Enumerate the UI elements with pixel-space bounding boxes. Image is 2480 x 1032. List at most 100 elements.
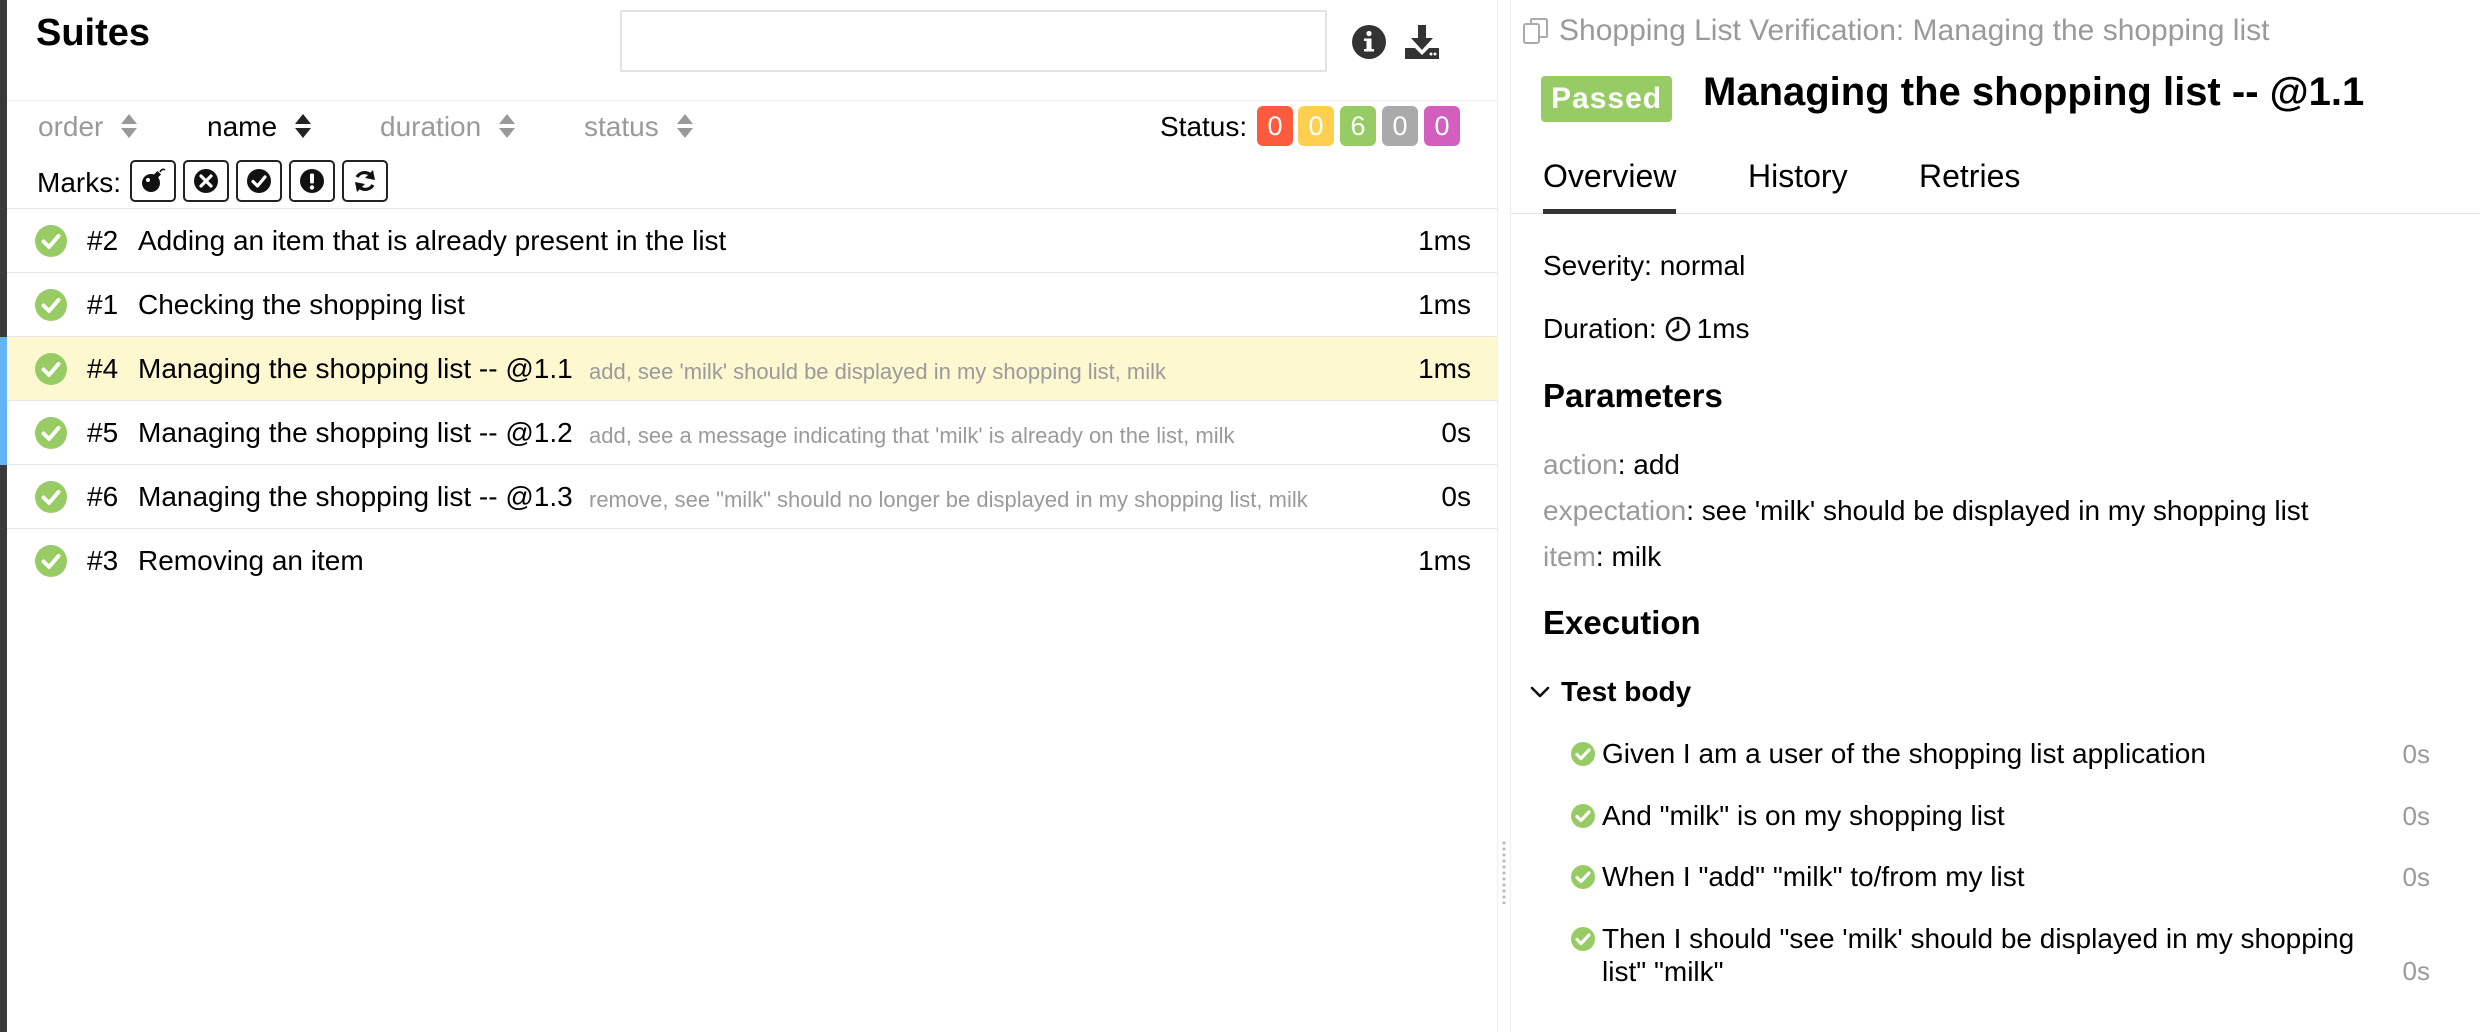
parameter-value: : see 'milk' should be displayed in my s… bbox=[1686, 495, 2309, 526]
test-case-params: add, see 'milk' should be displayed in m… bbox=[589, 359, 1167, 384]
parameter-row: item: milk bbox=[1543, 541, 1661, 573]
status-failed-count[interactable]: 0 bbox=[1257, 106, 1293, 146]
test-case-number: #1 bbox=[87, 289, 119, 320]
copy-icon bbox=[1523, 18, 1548, 44]
test-body-toggle[interactable]: Test body bbox=[1529, 676, 1691, 708]
parameter-row: action: add bbox=[1543, 449, 1680, 481]
step-duration: 0s bbox=[2402, 739, 2430, 769]
tab-history[interactable]: History bbox=[1748, 158, 1848, 214]
status-broken-count[interactable]: 0 bbox=[1298, 106, 1334, 146]
tab-overview[interactable]: Overview bbox=[1543, 158, 1677, 214]
suites-pane: Suites order name duration status Status… bbox=[0, 0, 1497, 1032]
allure-report-app: Suites order name duration status Status… bbox=[0, 0, 2480, 1032]
test-case-params: remove, see "milk" should no longer be d… bbox=[589, 487, 1308, 512]
pane-splitter[interactable] bbox=[1497, 0, 1511, 1032]
sort-label: name bbox=[207, 111, 278, 142]
sort-label: duration bbox=[380, 111, 482, 142]
chevron-down-icon bbox=[1530, 686, 1550, 698]
parameter-value: : milk bbox=[1595, 541, 1662, 572]
breadcrumb-text: Shopping List Verification: Managing the… bbox=[1559, 14, 2270, 47]
step-duration: 0s bbox=[2402, 862, 2430, 892]
splitter-grip-icon[interactable] bbox=[1501, 840, 1507, 904]
test-case-name: Managing the shopping list -- @1.3 bbox=[138, 481, 573, 512]
sort-label: status bbox=[584, 111, 659, 142]
parameter-value: : add bbox=[1617, 449, 1680, 480]
row-marker bbox=[0, 337, 7, 401]
parameter-key: item bbox=[1543, 541, 1596, 572]
step-text: Then I should "see 'milk' should be disp… bbox=[1602, 923, 2355, 987]
test-body-label: Test body bbox=[1561, 676, 1692, 707]
test-case-row-selected[interactable]: #4 Managing the shopping list -- @1.1 ad… bbox=[0, 336, 1497, 401]
download-icon[interactable] bbox=[1402, 22, 1442, 62]
passed-check-icon bbox=[35, 289, 67, 321]
times-circle-icon bbox=[194, 169, 218, 193]
test-case-number: #2 bbox=[87, 225, 119, 256]
passed-check-icon bbox=[35, 353, 67, 385]
duration-line: Duration: 1ms bbox=[1543, 313, 1750, 345]
test-case-row[interactable]: #6 Managing the shopping list -- @1.3 re… bbox=[7, 464, 1497, 528]
step-text: When I "add" "milk" to/from my list bbox=[1602, 861, 2025, 892]
test-case-row[interactable]: #5 Managing the shopping list -- @1.2 ad… bbox=[0, 400, 1497, 465]
passed-check-icon bbox=[35, 417, 67, 449]
test-case-row[interactable]: #2 Adding an item that is already presen… bbox=[7, 208, 1497, 272]
test-case-number: #6 bbox=[87, 481, 119, 512]
test-case-name: Adding an item that is already present i… bbox=[138, 225, 727, 256]
test-case-number: #3 bbox=[87, 545, 119, 576]
sort-arrows-icon bbox=[676, 114, 693, 140]
sort-by-name[interactable]: name bbox=[207, 111, 312, 143]
sort-arrows-icon bbox=[499, 114, 516, 140]
sort-arrows-icon bbox=[121, 114, 138, 140]
parameter-key: action bbox=[1543, 449, 1618, 480]
test-case-name: Managing the shopping list -- @1.1 bbox=[138, 353, 573, 384]
status-passed-count[interactable]: 6 bbox=[1340, 106, 1376, 146]
sort-by-duration[interactable]: duration bbox=[380, 111, 516, 143]
test-case-name: Checking the shopping list bbox=[138, 289, 465, 320]
test-case-name: Removing an item bbox=[138, 545, 364, 576]
step-text: And "milk" is on my shopping list bbox=[1602, 800, 2005, 831]
test-tabs: Overview History Retries bbox=[1511, 150, 2480, 214]
test-case-list: #2 Adding an item that is already presen… bbox=[0, 208, 1497, 592]
status-badge: Passed bbox=[1541, 76, 1673, 122]
passed-check-icon bbox=[1571, 927, 1595, 951]
marks-label: Marks: bbox=[37, 167, 121, 198]
execution-title: Execution bbox=[1543, 604, 1701, 641]
status-filter-label: Status: bbox=[1160, 111, 1248, 142]
duration-value: 1ms bbox=[1696, 313, 1750, 344]
test-case-row[interactable]: #3 Removing an item 1ms bbox=[7, 528, 1497, 592]
mark-flaky-button[interactable] bbox=[130, 160, 176, 202]
test-case-row[interactable]: #1 Checking the shopping list 1ms bbox=[7, 272, 1497, 336]
step-duration: 0s bbox=[2402, 801, 2430, 831]
mark-retries-button[interactable] bbox=[342, 160, 388, 202]
search-input[interactable] bbox=[620, 10, 1327, 72]
test-result-pane: Shopping List Verification: Managing the… bbox=[1511, 0, 2480, 1032]
parameters-title: Parameters bbox=[1543, 377, 1723, 414]
status-skipped-count[interactable]: 0 bbox=[1382, 106, 1418, 146]
check-circle-icon bbox=[247, 169, 271, 193]
mark-new-failed-button[interactable] bbox=[183, 160, 229, 202]
sort-by-order[interactable]: order bbox=[38, 111, 138, 143]
sort-label: order bbox=[38, 111, 104, 142]
suites-title: Suites bbox=[36, 12, 151, 54]
tab-retries[interactable]: Retries bbox=[1919, 158, 2020, 214]
bomb-icon bbox=[142, 168, 166, 192]
passed-check-icon bbox=[1571, 804, 1595, 828]
test-case-params: add, see a message indicating that 'milk… bbox=[589, 423, 1235, 448]
test-case-duration: 0s bbox=[1441, 481, 1471, 512]
test-case-duration: 1ms bbox=[1418, 225, 1471, 256]
parameter-row: expectation: see 'milk' should be displa… bbox=[1543, 495, 2309, 527]
breadcrumb[interactable]: Shopping List Verification: Managing the… bbox=[1521, 14, 2269, 48]
test-case-duration: 1ms bbox=[1418, 545, 1471, 576]
test-case-duration: 1ms bbox=[1418, 289, 1471, 320]
step-text: Given I am a user of the shopping list a… bbox=[1602, 738, 2206, 769]
info-icon[interactable] bbox=[1349, 22, 1389, 62]
test-case-name: Managing the shopping list -- @1.2 bbox=[138, 417, 573, 448]
test-title: Managing the shopping list -- @1.1 bbox=[1703, 70, 2365, 114]
sort-by-status[interactable]: status bbox=[584, 111, 693, 143]
test-case-duration: 1ms bbox=[1418, 353, 1471, 384]
passed-check-icon bbox=[1571, 742, 1595, 766]
mark-new-broken-button[interactable] bbox=[289, 160, 335, 202]
exclamation-circle-icon bbox=[300, 169, 324, 193]
duration-label: Duration: bbox=[1543, 313, 1657, 344]
status-unknown-count[interactable]: 0 bbox=[1424, 106, 1460, 146]
mark-new-passed-button[interactable] bbox=[236, 160, 282, 202]
